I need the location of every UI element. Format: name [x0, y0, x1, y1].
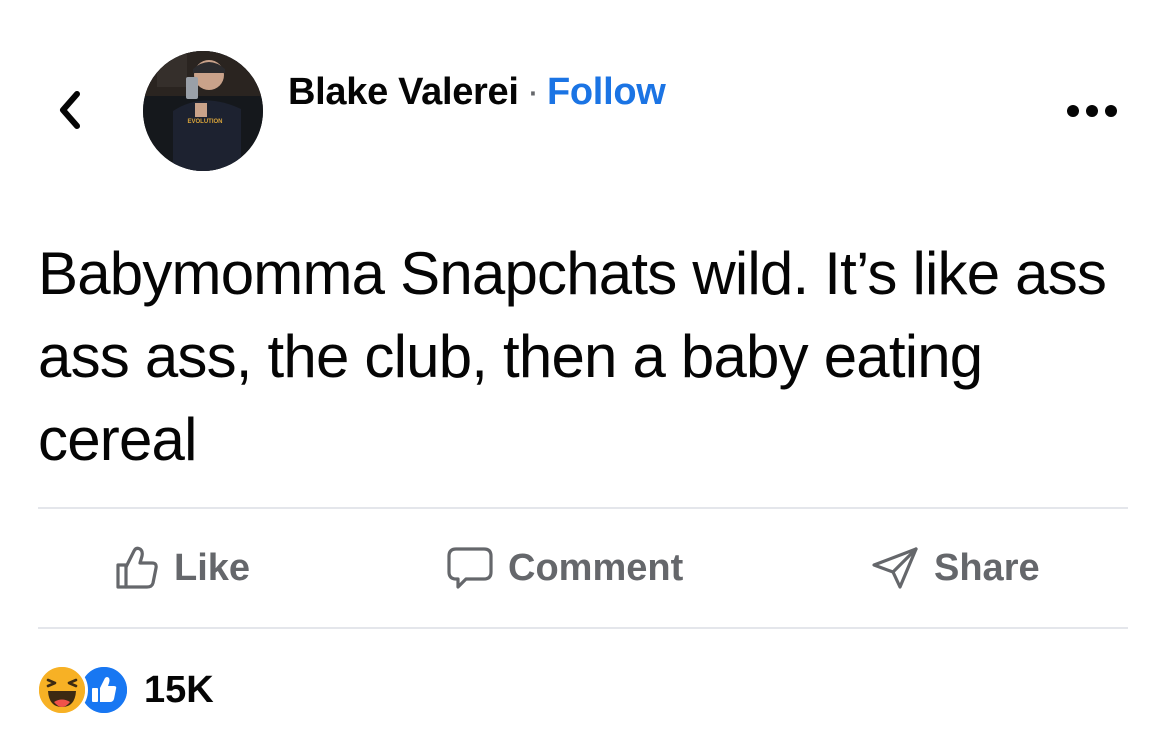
share-button[interactable]: Share: [870, 509, 1040, 627]
reaction-summary[interactable]: 15K: [36, 662, 214, 718]
name-separator: ·: [526, 71, 540, 113]
back-button[interactable]: [50, 90, 90, 130]
author-name[interactable]: Blake Valerei: [288, 71, 519, 113]
action-bar: Like Comment Share: [38, 509, 1128, 627]
post-text: Babymomma Snapchats wild. It’s like ass …: [38, 240, 1107, 473]
comment-label: Comment: [508, 546, 684, 589]
avatar-shirt-text: EVOLUTION: [187, 119, 222, 125]
like-button[interactable]: Like: [114, 509, 250, 627]
reaction-count[interactable]: 15K: [144, 669, 214, 712]
follow-button[interactable]: Follow: [547, 71, 666, 113]
author-line: Blake Valerei · Follow: [288, 70, 666, 114]
divider: [38, 627, 1128, 629]
avatar[interactable]: EVOLUTION: [143, 51, 263, 171]
share-arrow-icon: [872, 547, 918, 589]
chevron-left-icon: [60, 91, 80, 129]
more-dots-icon: [1067, 105, 1117, 117]
like-label: Like: [174, 546, 251, 589]
more-options-button[interactable]: [1062, 96, 1122, 126]
post-header: EVOLUTION Blake Valerei · Follow: [0, 0, 1164, 200]
haha-icon: [36, 664, 88, 716]
comment-button[interactable]: Comment: [446, 509, 683, 627]
profile-photo: EVOLUTION: [143, 51, 263, 171]
comment-bubble-icon: [447, 547, 493, 589]
thumbs-up-icon: [116, 546, 158, 589]
share-label: Share: [934, 546, 1040, 589]
